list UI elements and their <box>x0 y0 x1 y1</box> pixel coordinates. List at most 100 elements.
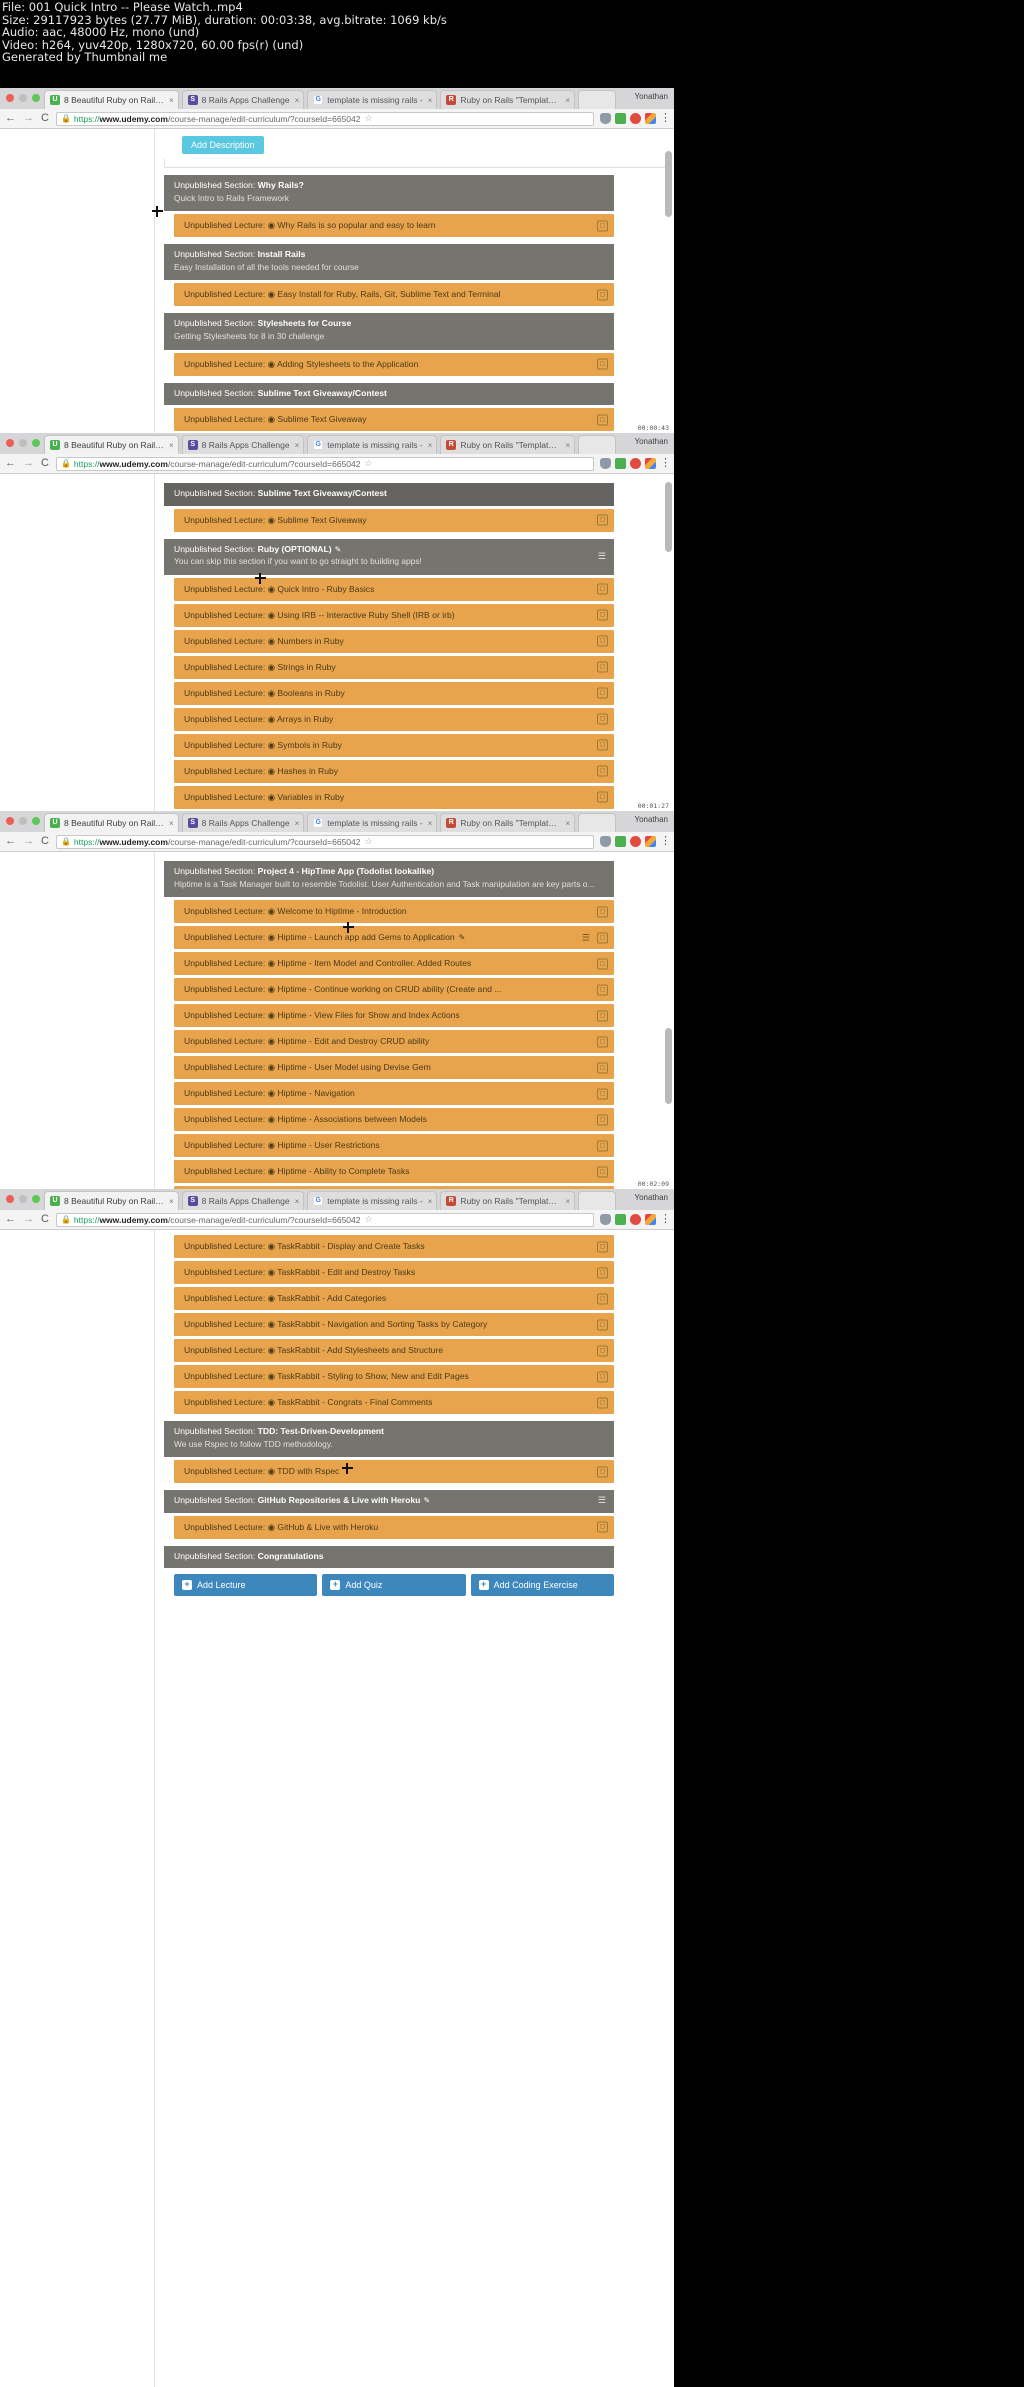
back-icon[interactable]: ← <box>5 1214 16 1225</box>
window-traffic-lights[interactable] <box>6 94 40 102</box>
window-traffic-lights-3[interactable] <box>6 817 40 825</box>
minimize-window-icon[interactable] <box>19 1195 27 1203</box>
lecture-row[interactable]: Unpublished Lecture: ◉ TaskRabbit - Add … <box>174 1287 614 1310</box>
expand-lecture-button[interactable]: □ <box>597 1371 608 1382</box>
tab-3[interactable]: R Ruby on Rails "Template is × <box>440 435 575 454</box>
bookmark-star-icon[interactable]: ☆ <box>364 113 372 124</box>
red-extension-icon[interactable] <box>630 1214 641 1225</box>
expand-lecture-button[interactable]: □ <box>597 609 608 621</box>
lecture-row[interactable]: Unpublished Lecture: ◉ Hiptime - Item Mo… <box>174 952 614 976</box>
lecture-row[interactable]: Unpublished Lecture: ◉ Welcome to Hiptim… <box>174 900 614 924</box>
tab-1[interactable]: S 8 Rails Apps Challenge × <box>181 90 305 109</box>
lecture-row[interactable]: Unpublished Lecture: ◉ Hiptime - Edit an… <box>174 1030 614 1054</box>
lecture-row[interactable]: Unpublished Lecture: ◉ Variables in Ruby… <box>174 785 614 809</box>
expand-lecture-button[interactable]: □ <box>597 1345 608 1356</box>
tab-0[interactable]: U 8 Beautiful Ruby on Rails A × <box>44 90 179 109</box>
expand-lecture-button[interactable]: □ <box>597 713 608 725</box>
bookmark-star-icon[interactable]: ☆ <box>364 458 372 469</box>
add-lecture-button[interactable]: + Add Lecture <box>174 1574 318 1597</box>
address-bar[interactable]: 🔒 https://www.udemy.com/course-manage/ed… <box>55 834 594 849</box>
forward-icon[interactable]: → <box>23 458 34 469</box>
expand-lecture-button[interactable]: □ <box>597 958 608 970</box>
expand-lecture-button[interactable]: □ <box>597 1319 608 1330</box>
red-extension-icon[interactable] <box>630 836 641 847</box>
tab-2[interactable]: G template is missing rails - × <box>307 435 438 454</box>
lecture-row[interactable]: Unpublished Lecture: ◉ Hiptime - User Mo… <box>174 1056 614 1080</box>
tab-close-icon-0[interactable]: × <box>169 96 174 105</box>
tab-close-icon-1[interactable]: × <box>295 819 300 828</box>
tab-1[interactable]: S 8 Rails Apps Challenge × <box>181 813 305 832</box>
expand-lecture-button[interactable]: □ <box>597 358 608 370</box>
user-profile-label[interactable]: Yonathan <box>634 1193 668 1202</box>
tab-close-icon-0[interactable]: × <box>169 819 174 828</box>
colorful-extension-icon[interactable] <box>645 458 656 469</box>
expand-lecture-button[interactable]: □ <box>597 739 608 751</box>
add-quiz-button[interactable]: + Add Quiz <box>322 1574 466 1597</box>
bookmark-star-icon[interactable]: ☆ <box>364 836 372 847</box>
lecture-row[interactable]: Unpublished Lecture: ◉ TaskRabbit - Disp… <box>174 1235 614 1258</box>
expand-lecture-button[interactable]: □ <box>597 1466 608 1478</box>
lecture-row[interactable]: Unpublished Lecture: ◉ Strings in Ruby □ <box>174 655 614 679</box>
section-row[interactable]: Unpublished Section: Congratulations <box>164 1545 614 1569</box>
red-extension-icon[interactable] <box>630 113 641 124</box>
expand-lecture-button[interactable]: □ <box>597 1166 608 1178</box>
section-row[interactable]: Unpublished Section: Sublime Text Giveaw… <box>164 483 614 506</box>
edit-pencil-icon[interactable]: ✎ <box>459 933 466 942</box>
lecture-row[interactable]: Unpublished Lecture: ◉ Using IRB -- Inte… <box>174 603 614 627</box>
page-scrollbar-2[interactable] <box>665 482 672 552</box>
edit-pencil-icon[interactable]: ✎ <box>335 545 342 554</box>
tab-close-icon-1[interactable]: × <box>295 1197 300 1206</box>
page-scrollbar-1[interactable] <box>665 151 672 217</box>
green-extension-icon[interactable] <box>615 1214 626 1225</box>
tab-close-icon-3[interactable]: × <box>565 1197 570 1206</box>
back-icon[interactable]: ← <box>5 836 16 847</box>
reload-icon[interactable]: C <box>41 1214 49 1225</box>
lecture-row[interactable]: Unpublished Lecture: ◉ Numbers in Ruby □ <box>174 629 614 653</box>
lecture-row[interactable]: Unpublished Lecture: ◉ TaskRabbit - Cong… <box>174 1391 614 1414</box>
expand-lecture-button[interactable]: □ <box>597 984 608 996</box>
bookmark-star-icon[interactable]: ☆ <box>364 1214 372 1225</box>
shield-extension-icon[interactable] <box>600 113 611 124</box>
tab-close-icon-2[interactable]: × <box>428 1197 433 1206</box>
lecture-row[interactable]: Unpublished Lecture: ◉ TaskRabbit - Navi… <box>174 1313 614 1336</box>
tab-2[interactable]: G template is missing rails - × <box>307 1191 438 1210</box>
reload-icon[interactable]: C <box>41 836 49 847</box>
expand-lecture-button[interactable]: □ <box>597 1293 608 1304</box>
expand-lecture-button[interactable]: □ <box>597 1140 608 1152</box>
lecture-row[interactable]: Unpublished Lecture: ◉ Hiptime - Continu… <box>174 978 614 1002</box>
lecture-row[interactable]: Unpublished Lecture: ◉ Hiptime - Launch … <box>174 926 614 950</box>
minimize-window-icon[interactable] <box>19 817 27 825</box>
colorful-extension-icon[interactable] <box>645 113 656 124</box>
expand-lecture-button[interactable]: □ <box>597 583 608 595</box>
expand-lecture-button[interactable]: □ <box>597 514 608 526</box>
lecture-row[interactable]: Unpublished Lecture: ◉ Hiptime - View Fi… <box>174 1004 614 1028</box>
browser-menu-icon[interactable]: ⋮ <box>660 458 671 469</box>
lecture-row[interactable]: Unpublished Lecture: ◉ Quick Intro - Rub… <box>174 577 614 601</box>
section-row[interactable]: Unpublished Section: TDD: Test-Driven-De… <box>164 1421 614 1458</box>
expand-lecture-button[interactable]: □ <box>597 1241 608 1252</box>
expand-lecture-button[interactable]: □ <box>597 1267 608 1278</box>
tab-2[interactable]: G template is missing rails - × <box>307 90 438 109</box>
expand-lecture-button[interactable]: □ <box>597 635 608 647</box>
close-window-icon[interactable] <box>6 439 14 447</box>
shield-extension-icon[interactable] <box>600 1214 611 1225</box>
expand-lecture-button[interactable]: □ <box>597 1397 608 1408</box>
expand-lecture-button[interactable]: □ <box>597 1088 608 1100</box>
green-extension-icon[interactable] <box>615 836 626 847</box>
address-bar[interactable]: 🔒 https://www.udemy.com/course-manage/ed… <box>55 1212 594 1227</box>
expand-lecture-button[interactable]: □ <box>597 220 608 232</box>
minimize-window-icon[interactable] <box>19 94 27 102</box>
section-row[interactable]: Unpublished Section: GitHub Repositories… <box>164 1490 614 1513</box>
tab-0[interactable]: U 8 Beautiful Ruby on Rails A × <box>44 813 179 832</box>
tab-2[interactable]: G template is missing rails - × <box>307 813 438 832</box>
expand-lecture-button[interactable]: □ <box>597 414 608 426</box>
expand-lecture-button[interactable]: □ <box>597 932 608 944</box>
forward-icon[interactable]: → <box>23 1214 34 1225</box>
lecture-row[interactable]: Unpublished Lecture: ◉ Adding Stylesheet… <box>174 352 614 376</box>
browser-menu-icon[interactable]: ⋮ <box>660 836 671 847</box>
expand-lecture-button[interactable]: □ <box>597 791 608 803</box>
add-description-button[interactable]: Add Description <box>182 136 264 154</box>
lecture-row[interactable]: Unpublished Lecture: ◉ Why Rails is so p… <box>174 214 614 238</box>
tab-3[interactable]: R Ruby on Rails "Template is × <box>440 90 575 109</box>
lecture-row[interactable]: Unpublished Lecture: ◉ Booleans in Ruby □ <box>174 681 614 705</box>
